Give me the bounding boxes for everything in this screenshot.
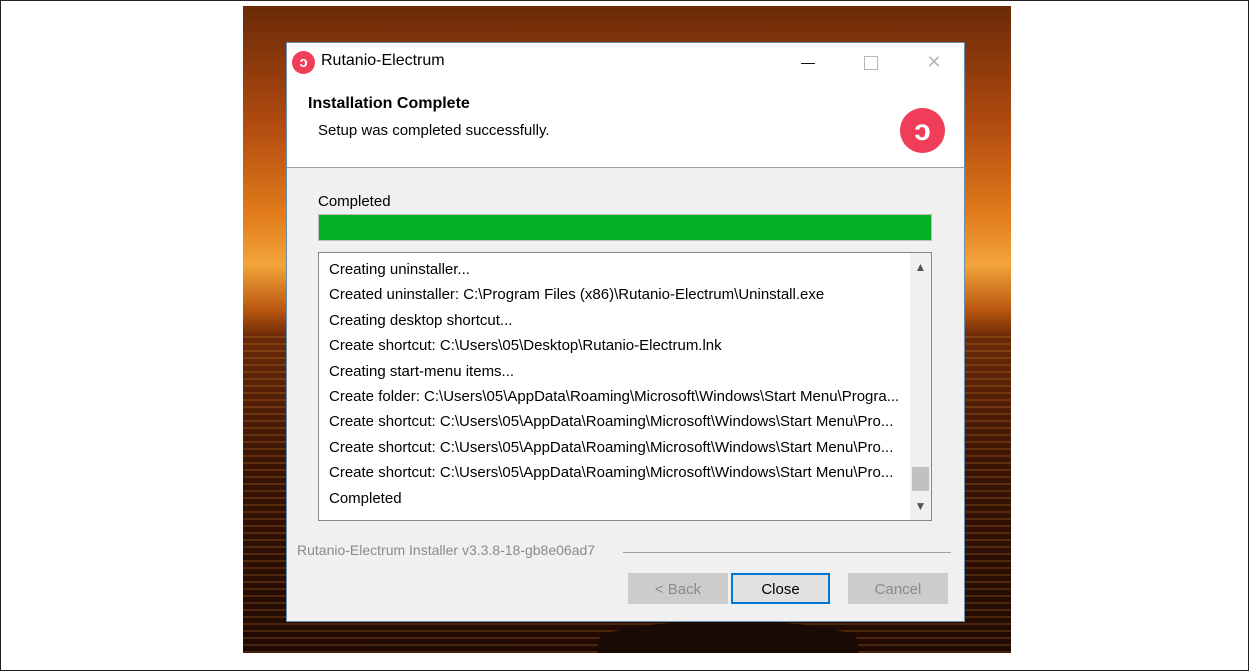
log-line: Create shortcut: C:\Users\05\AppData\Roa… [329,464,894,482]
scroll-down-icon[interactable]: ▼ [910,496,931,516]
maximize-icon [864,56,878,71]
log-line: Create shortcut: C:\Users\05\AppData\Roa… [329,438,894,456]
scroll-up-icon[interactable]: ▲ [910,257,931,277]
branding-divider [623,552,951,553]
close-icon: ✕ [926,52,942,72]
installer-branding: Rutanio-Electrum Installer v3.3.8-18-gb8… [297,542,596,558]
window-title: Rutanio-Electrum [321,52,445,69]
progress-fill [319,215,931,240]
close-button[interactable]: Close [731,573,830,604]
log-line: Create shortcut: C:\Users\05\AppData\Roa… [329,413,894,431]
scroll-thumb[interactable] [912,467,929,491]
log-line: Creating desktop shortcut... [329,311,513,329]
wallpaper-boat [598,621,858,653]
log-line: Completed [329,489,402,507]
page-title: Installation Complete [308,95,470,112]
details-log[interactable]: Creating uninstaller... Created uninstal… [318,252,932,521]
cancel-button[interactable]: Cancel [848,573,948,604]
log-line: Create shortcut: C:\Users\05\Desktop\Rut… [329,337,722,355]
title-bar[interactable]: ↄ Rutanio-Electrum ✕ [287,43,964,81]
progress-bar [318,214,932,241]
installer-window: ↄ Rutanio-Electrum ✕ Installation Comple… [286,42,965,622]
app-logo-icon: ↄ [292,51,315,74]
log-line: Created uninstaller: C:\Program Files (x… [329,286,825,304]
status-label: Completed [318,193,391,210]
back-button[interactable]: < Back [628,573,728,604]
log-scrollbar[interactable]: ▲ ▼ [910,253,931,520]
close-window-button[interactable]: ✕ [911,43,957,81]
minimize-icon [801,62,815,64]
minimize-button[interactable] [785,43,831,81]
log-line: Create folder: C:\Users\05\AppData\Roami… [329,387,900,405]
page-subtitle: Setup was completed successfully. [318,122,550,139]
log-line: Creating uninstaller... [329,261,470,278]
log-lines: Creating uninstaller... Created uninstal… [329,257,907,511]
app-logo-large-icon: ↄ [900,108,945,153]
log-line: Creating start-menu items... [329,362,515,380]
maximize-button[interactable] [848,43,894,81]
page-header: Installation Complete Setup was complete… [287,81,964,168]
